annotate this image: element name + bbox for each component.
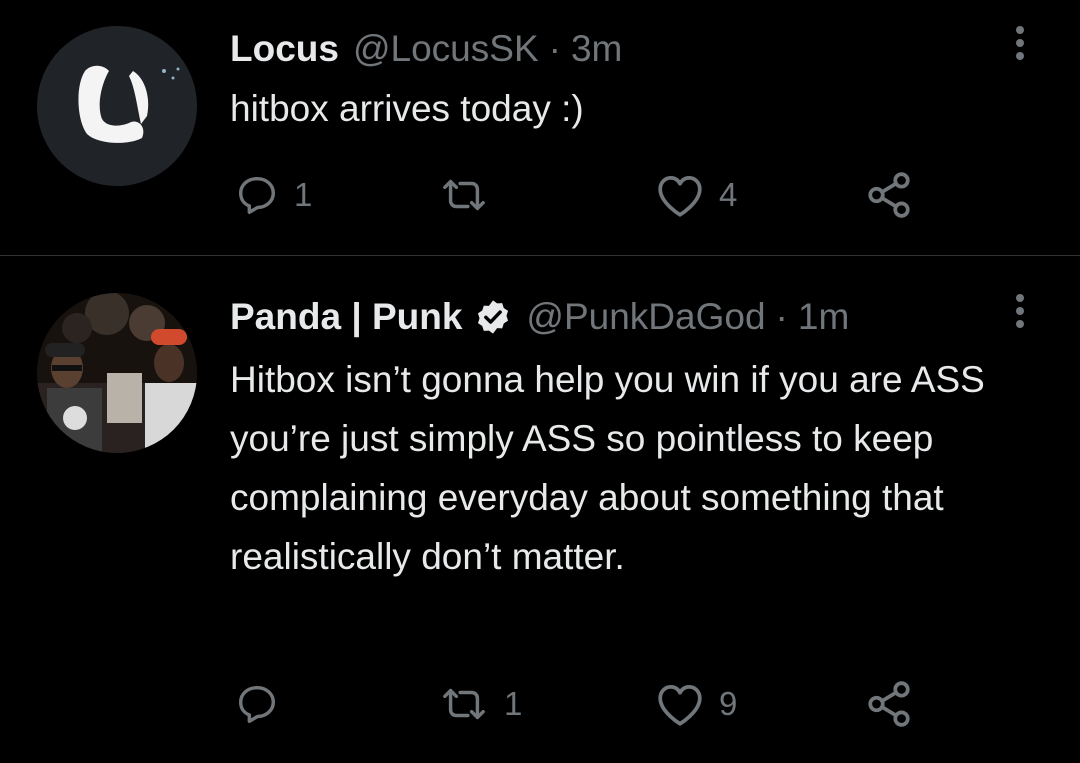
share-button[interactable] xyxy=(864,679,914,729)
retweet-button[interactable] xyxy=(438,170,504,220)
separator: · xyxy=(548,28,561,69)
retweet-icon xyxy=(443,179,485,211)
tweet-actions: 1 9 xyxy=(0,679,1080,729)
display-name[interactable]: Locus xyxy=(230,27,339,71)
separator: · xyxy=(775,296,788,337)
display-name[interactable]: Panda | Punk xyxy=(230,295,462,339)
reply-button[interactable]: 1 xyxy=(234,170,312,220)
more-icon[interactable] xyxy=(1008,291,1032,331)
timestamp[interactable]: 1m xyxy=(798,295,849,339)
share-icon xyxy=(868,172,910,218)
retweet-icon xyxy=(443,688,485,720)
share-icon xyxy=(868,681,910,727)
user-handle[interactable]: @PunkDaGod xyxy=(526,295,765,339)
retweet-button[interactable]: 1 xyxy=(438,679,522,729)
like-count: 9 xyxy=(719,685,738,722)
reply-icon xyxy=(238,176,276,214)
tweet-text: hitbox arrives today :) xyxy=(230,88,584,129)
like-icon xyxy=(658,176,702,217)
reply-icon xyxy=(238,685,276,723)
avatar[interactable] xyxy=(37,26,197,186)
avatar[interactable] xyxy=(37,293,197,453)
more-icon[interactable] xyxy=(1008,23,1032,63)
like-count: 4 xyxy=(719,176,738,213)
reply-button[interactable] xyxy=(234,679,294,729)
like-button[interactable]: 9 xyxy=(655,679,737,729)
like-icon xyxy=(658,685,702,726)
tweet-text: Hitbox isn’t gonna help you win if you a… xyxy=(230,359,985,577)
tweet-divider xyxy=(0,255,1080,256)
reply-count: 1 xyxy=(294,176,313,213)
tweet-header: Panda | Punk @PunkDaGod · 1m xyxy=(230,295,849,339)
user-handle[interactable]: @LocusSK xyxy=(353,27,539,71)
timestamp[interactable]: 3m xyxy=(571,27,622,71)
share-button[interactable] xyxy=(864,170,914,220)
like-button[interactable]: 4 xyxy=(655,170,737,220)
tweet-actions: 1 4 xyxy=(0,170,1080,220)
tweet-header: Locus @LocusSK · 3m xyxy=(230,27,622,71)
retweet-count: 1 xyxy=(504,685,523,722)
verified-badge-icon xyxy=(478,300,509,334)
